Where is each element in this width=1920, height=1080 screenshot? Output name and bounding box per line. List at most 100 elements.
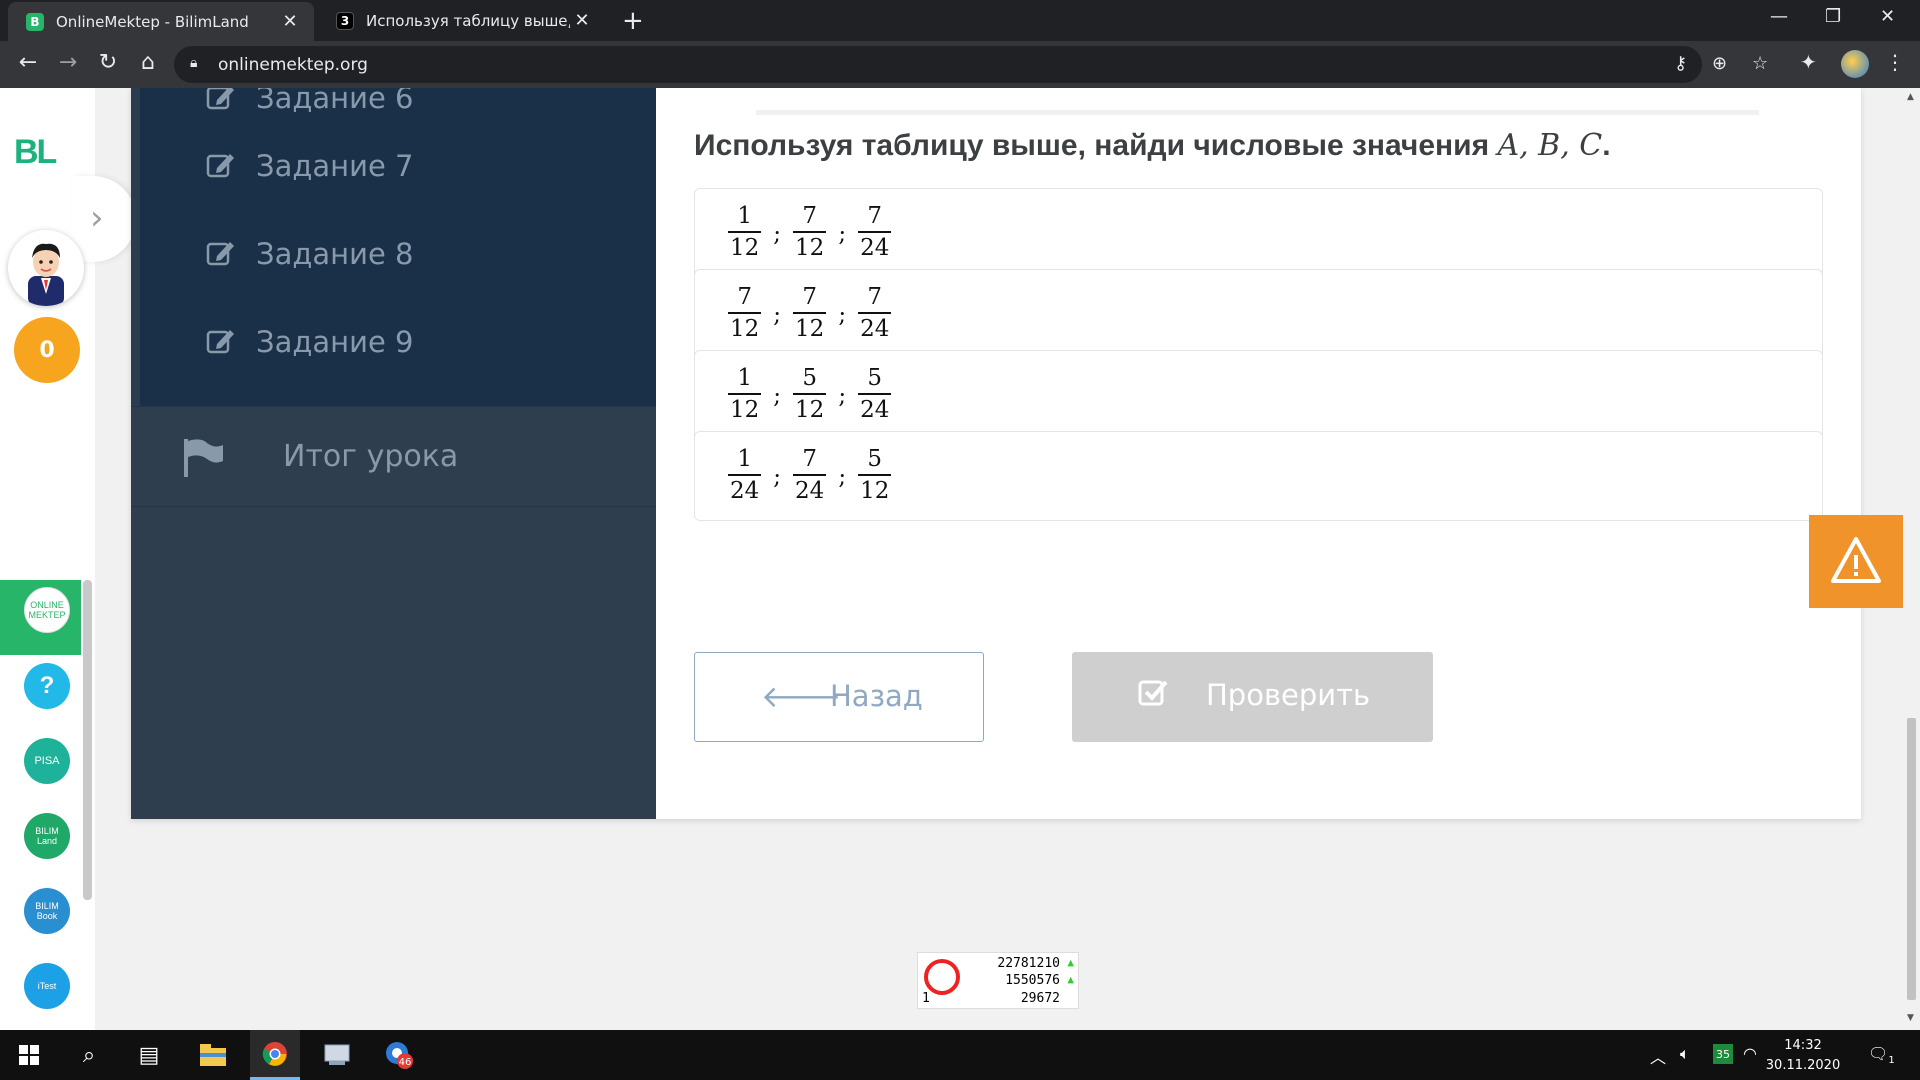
visit-counter-widget[interactable]: 22781210 ▲ 1550576 ▲ 29672 1 <box>917 952 1079 1009</box>
bilimland-favicon-icon: B <box>26 12 44 31</box>
svg-text:46: 46 <box>399 1057 412 1068</box>
reload-icon[interactable]: ↻ <box>94 50 122 75</box>
page-scrollbar[interactable]: ▲ ▼ <box>1903 88 1920 1030</box>
task-item[interactable]: Задание 8 <box>206 234 414 274</box>
scrollbar-thumb[interactable] <box>1907 718 1916 1000</box>
back-button[interactable]: 🡐 Назад <box>694 652 984 742</box>
edit-icon <box>206 88 238 113</box>
task-item[interactable]: Задание 7 <box>206 146 414 186</box>
task-list: Задание 6 Задание 7 Задание 8 Задание 9 <box>131 88 656 406</box>
fraction: 1 12 <box>728 203 762 261</box>
fraction: 5 12 <box>858 446 892 504</box>
zoom-icon[interactable]: ⊕ <box>1712 53 1727 74</box>
numerator: 5 <box>867 446 883 472</box>
check-square-icon <box>1138 677 1168 707</box>
app-taskbar-icon[interactable]: 46 <box>374 1030 424 1080</box>
bilimbook-app-icon[interactable]: BILIM Book <box>24 888 70 934</box>
numerator: 5 <box>802 365 817 391</box>
extensions-icon[interactable]: ✦ <box>1800 50 1817 74</box>
report-problem-button[interactable] <box>1809 515 1903 608</box>
lesson-summary-item[interactable]: Итог урока <box>131 406 656 507</box>
flag-icon <box>181 437 225 481</box>
separator: ; <box>773 221 782 247</box>
bilimland-logo[interactable]: BL <box>14 133 57 172</box>
system-clock[interactable]: 14:32 30.11.2020 <box>1760 1036 1846 1076</box>
user-avatar[interactable] <box>8 230 84 306</box>
fraction: 7 24 <box>793 446 827 504</box>
app-taskbar-icon[interactable] <box>312 1030 362 1080</box>
fraction-bar <box>793 474 827 476</box>
minimize-icon[interactable]: — <box>1770 6 1788 27</box>
numerator: 1 <box>737 203 752 229</box>
denominator: 12 <box>860 478 890 504</box>
show-hidden-icons-icon[interactable]: ︿ <box>1650 1044 1666 1068</box>
answer-option[interactable]: 1 12; 7 12; 7 24 <box>694 188 1823 278</box>
denominator: 24 <box>860 397 890 423</box>
numerator: 1 <box>737 446 752 472</box>
home-icon[interactable]: ⌂ <box>134 50 162 75</box>
left-app-bar: BL › 0 ONLINE MEKTEP ? PISA BILIM Land B… <box>0 88 136 1030</box>
onlinemektep-app-icon[interactable]: ONLINE MEKTEP <box>24 587 70 633</box>
wifi-icon[interactable]: ◠ <box>1743 1044 1757 1063</box>
numerator: 7 <box>802 446 817 472</box>
close-window-icon[interactable]: ✕ <box>1880 6 1895 27</box>
fraction-bar <box>793 231 827 233</box>
fraction-row: 1 12; 5 12; 5 24 <box>728 365 892 423</box>
notifications-icon[interactable]: 🗨︎1 <box>1868 1044 1895 1066</box>
itest-app-icon[interactable]: iTest <box>24 963 70 1009</box>
fraction-bar <box>793 312 827 314</box>
battery-icon[interactable]: 35 <box>1713 1044 1733 1064</box>
numerator: 7 <box>737 284 752 310</box>
denominator: 12 <box>795 235 825 261</box>
up-arrow-icon: ▲ <box>1067 973 1074 986</box>
task-item[interactable]: Задание 9 <box>206 322 414 362</box>
tab-question[interactable]: 3 Используя таблицу выше, найд ✕ <box>318 0 606 41</box>
file-explorer-icon[interactable] <box>188 1030 238 1080</box>
key-icon[interactable]: ⚷ <box>1674 53 1687 74</box>
score-badge[interactable]: 0 <box>14 317 80 383</box>
tab-onlinemektep[interactable]: B OnlineMektep - BilimLand ✕ <box>8 2 314 41</box>
lock-icon[interactable]: 🔒︎ <box>190 55 197 71</box>
close-tab-icon[interactable]: ✕ <box>570 10 594 31</box>
edit-icon <box>206 151 238 181</box>
bookmark-star-icon[interactable]: ☆ <box>1752 53 1768 74</box>
scroll-down-icon[interactable]: ▼ <box>1907 1013 1914 1023</box>
new-tab-icon[interactable]: + <box>622 6 644 36</box>
windows-start-icon[interactable] <box>4 1030 54 1080</box>
close-tab-icon[interactable]: ✕ <box>278 11 302 32</box>
denominator: 24 <box>860 235 890 261</box>
forward-icon[interactable]: → <box>54 50 82 75</box>
denominator: 12 <box>795 316 825 342</box>
pisa-app-icon[interactable]: PISA <box>24 738 70 784</box>
volume-icon[interactable]: 🔈︎ <box>1680 1044 1690 1064</box>
url-text: onlinemektep.org <box>218 55 368 75</box>
chrome-taskbar-icon[interactable] <box>250 1030 300 1080</box>
bilimland-app-icon[interactable]: BILIM Land <box>24 813 70 859</box>
separator: ; <box>838 383 847 409</box>
fraction-bar <box>728 393 762 395</box>
help-app-icon[interactable]: ? <box>24 663 70 709</box>
fraction-row: 7 12; 7 12; 7 24 <box>728 284 892 342</box>
answer-option[interactable]: 7 12; 7 12; 7 24 <box>694 269 1823 359</box>
fraction: 7 12 <box>793 284 827 342</box>
separator: ; <box>838 464 847 490</box>
warning-icon <box>1831 537 1881 583</box>
menu-dots-icon[interactable]: ⋮ <box>1885 50 1905 74</box>
check-button[interactable]: Проверить <box>1072 652 1433 742</box>
fraction: 7 12 <box>728 284 762 342</box>
denominator: 12 <box>795 397 825 423</box>
profile-avatar-icon[interactable] <box>1841 50 1869 78</box>
back-icon[interactable]: ← <box>14 50 42 75</box>
numerator: 7 <box>867 203 883 229</box>
answer-option[interactable]: 1 24; 7 24; 5 12 <box>694 431 1823 521</box>
restore-icon[interactable]: ❐ <box>1825 6 1841 27</box>
search-icon[interactable]: ⌕ <box>64 1030 114 1080</box>
scroll-up-icon[interactable]: ▲ <box>1907 92 1914 102</box>
leftbar-scrollbar[interactable] <box>83 580 92 900</box>
answer-option[interactable]: 1 12; 5 12; 5 24 <box>694 350 1823 440</box>
expand-sidebar-button[interactable]: › <box>72 176 136 262</box>
task-item[interactable]: Задание 6 <box>206 88 414 118</box>
fraction: 1 12 <box>728 365 762 423</box>
address-bar[interactable]: 🔒︎ onlinemektep.org ⚷ ⊕ ☆ <box>174 46 1768 83</box>
task-view-icon[interactable]: ▤ <box>124 1030 174 1080</box>
